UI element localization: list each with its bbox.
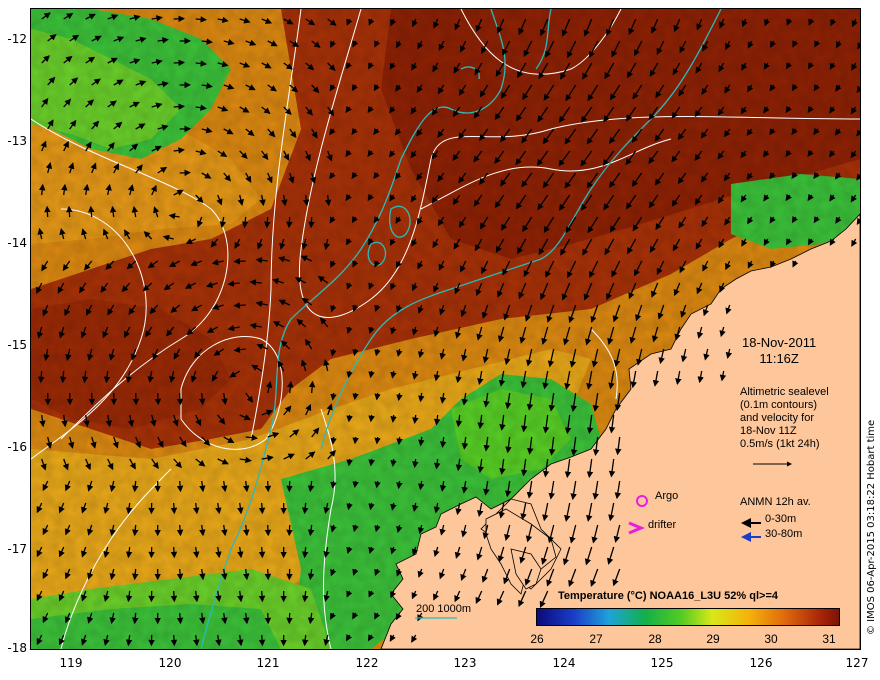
velocity-arrow [264, 524, 272, 537]
velocity-arrow [173, 103, 185, 110]
velocity-arrow [368, 414, 375, 423]
velocity-arrow [346, 458, 353, 467]
x-tick-label: 125 [650, 656, 674, 670]
depth-legend-label: 200 1000m [416, 603, 472, 615]
alti-line: (0.1m contours) [740, 399, 818, 411]
velocity-arrow [374, 392, 381, 401]
colorbar-tick: 29 [706, 632, 720, 646]
velocity-arrow [258, 546, 266, 559]
velocity-arrow [176, 568, 184, 581]
alti-line: Altimetric sealevel [740, 386, 829, 398]
alti-line: 18-Nov 11Z [740, 425, 797, 437]
altimetry-legend: Altimetric sealevel (0.1m contours) and … [740, 386, 829, 451]
y-tick-label: -16 [7, 440, 27, 454]
velocity-arrow [396, 436, 403, 446]
x-tick-label: 127 [845, 656, 869, 670]
velocity-arrow [176, 524, 184, 537]
velocity-arrow [346, 414, 353, 423]
timestamp-block: 18-Nov-2011 11:16Z [742, 335, 816, 367]
velocity-arrow [308, 380, 316, 394]
sst-map [30, 8, 861, 650]
colorbar-tick: 27 [589, 632, 603, 646]
velocity-arrow [233, 258, 246, 265]
velocity-arrow [170, 546, 178, 559]
velocity-arrow [198, 392, 206, 406]
velocity-arrow [374, 436, 381, 445]
colorbar-title: Temperature (°C) NOAA16_L3U 52% ql>=4 [558, 590, 778, 602]
velocity-arrow [352, 436, 359, 445]
velocity-arrow [330, 436, 337, 445]
velocity-arrow [330, 392, 337, 401]
y-tick-label: -18 [7, 641, 27, 655]
x-tick-label: 119 [59, 656, 83, 670]
x-tick-label: 124 [552, 656, 576, 670]
x-tick-label: 123 [453, 656, 477, 670]
time-label: 11:16Z [759, 351, 799, 366]
velocity-arrow [352, 480, 359, 489]
imos-credit: © IMOS 06-Apr-2015 03:18:22 Hobart time [866, 419, 877, 635]
velocity-arrow [264, 612, 272, 625]
velocity-arrow [44, 205, 51, 218]
velocity-arrow [170, 634, 178, 647]
y-tick-label: -15 [7, 338, 27, 352]
velocity-arrow [176, 612, 184, 625]
velocity-arrow [368, 458, 375, 467]
date-label: 18-Nov-2011 [742, 335, 817, 350]
velocity-arrow [233, 302, 246, 309]
velocity-arrow [258, 634, 266, 647]
velocity-arrow [308, 216, 315, 229]
velocity-arrow [176, 480, 184, 493]
temperature-colorbar [536, 608, 840, 626]
x-tick-label: 126 [749, 656, 773, 670]
velocity-arrow [258, 590, 266, 603]
velocity-arrow [264, 480, 272, 493]
colorbar-tick: 31 [822, 632, 836, 646]
velocity-arrow [170, 502, 178, 515]
velocity-arrow [352, 392, 359, 401]
velocity-arrow [264, 568, 272, 581]
velocity-arrow [66, 205, 73, 218]
velocity-arrow [258, 502, 266, 515]
drifter-label: drifter [648, 519, 677, 531]
velocity-arrow [37, 370, 45, 384]
anmn-30-80-label: 30-80m [765, 528, 803, 540]
sst-map-canvas [31, 9, 860, 649]
y-tick-label: -14 [7, 236, 27, 250]
y-tick-label: -13 [7, 134, 27, 148]
y-tick-label: -12 [7, 32, 27, 46]
velocity-arrow [264, 216, 271, 229]
velocity-arrow [88, 205, 95, 218]
anmn-title: ANMN 12h av. [740, 496, 811, 508]
x-tick-label: 121 [256, 656, 280, 670]
velocity-arrow [390, 414, 397, 423]
argo-label: Argo [655, 490, 679, 502]
colorbar-tick: 26 [530, 632, 544, 646]
velocity-arrow [173, 59, 185, 67]
alti-line: 0.5m/s (1kt 24h) [740, 438, 820, 450]
velocity-arrow [170, 590, 178, 603]
velocity-arrow [286, 216, 293, 229]
x-tick-label: 120 [158, 656, 182, 670]
x-tick-label: 122 [355, 656, 379, 670]
velocity-arrow [195, 16, 207, 23]
velocity-arrow [390, 458, 397, 467]
velocity-arrow [154, 392, 162, 406]
y-tick-label: -17 [7, 542, 27, 556]
velocity-arrow [176, 392, 184, 406]
alti-line: and velocity for [740, 412, 814, 424]
colorbar-tick: 28 [648, 632, 662, 646]
anmn-0-30-label: 0-30m [765, 513, 797, 525]
colorbar-tick: 30 [764, 632, 778, 646]
